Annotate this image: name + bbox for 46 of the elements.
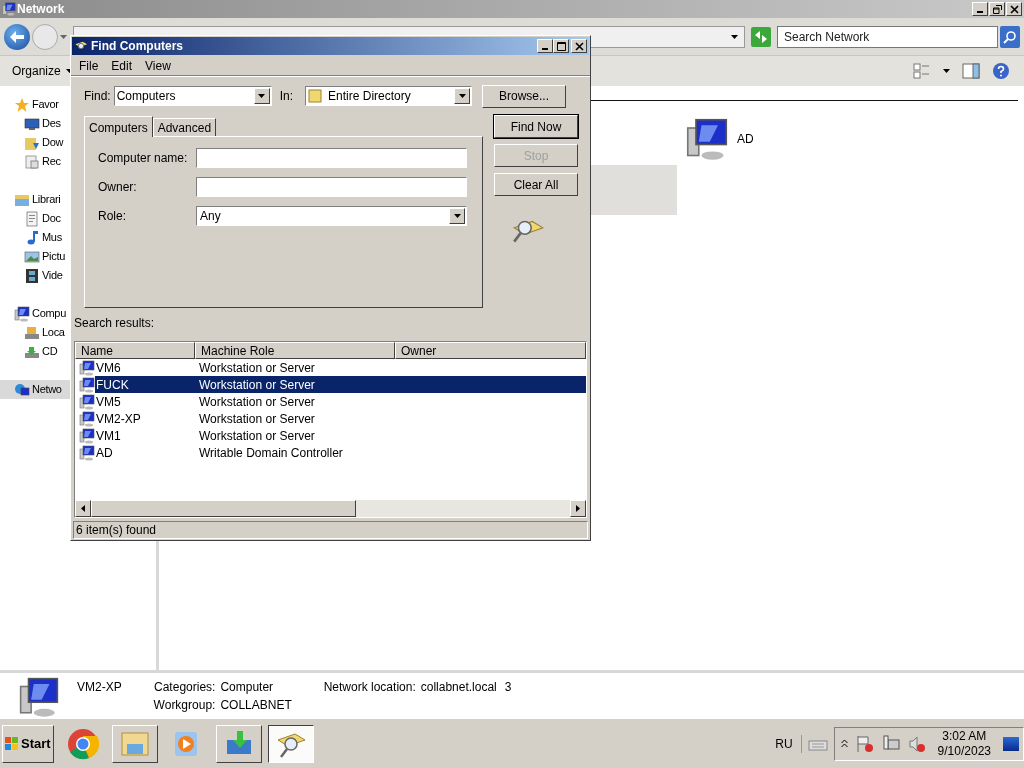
role-cell-text: Workstation or Server [199, 376, 315, 394]
dialog-title: Find Computers [91, 38, 183, 55]
role-cell-text: Workstation or Server [199, 393, 315, 411]
role-cell-text: Workstation or Server [199, 359, 315, 377]
sidebar-label: Vide [42, 268, 63, 284]
sidebar-label: Des [42, 116, 61, 132]
field-label: Owner: [98, 179, 138, 196]
status-text: 6 item(s) found [76, 522, 157, 539]
sidebar-label: Pictu [42, 249, 65, 265]
find-label: Find: [84, 88, 111, 105]
search-placeholder: Search Network [784, 28, 870, 46]
role-cell-text: Workstation or Server [199, 410, 315, 428]
field-label: Computer name: [98, 150, 189, 167]
name-cell-text: VM6 [95, 359, 122, 377]
item-label: AD [737, 131, 754, 148]
details-label: Categories: [153, 680, 216, 695]
name-cell-text: VM1 [95, 427, 122, 445]
sidebar-label: Dow [42, 135, 64, 151]
sidebar-label: Netwo [32, 382, 62, 398]
name-cell-text: VM2-XP [95, 410, 142, 428]
name-cell-text: AD [95, 444, 114, 462]
details-count: 3 [504, 680, 512, 695]
details-value: COLLABNET [220, 698, 293, 713]
role-cell-text: Writable Domain Controller [199, 444, 343, 462]
details-value: collabnet.local [420, 680, 497, 695]
sidebar-label: Doc [42, 211, 61, 227]
sidebar-label: Compu [32, 306, 66, 322]
details-value: Computer [220, 680, 275, 695]
window-title: Network [17, 1, 65, 18]
sidebar-label: CD [42, 344, 58, 360]
sidebar-label: Librari [32, 192, 61, 208]
in-label: In: [279, 88, 294, 105]
details-label: Workgroup: [152, 698, 216, 713]
sidebar-label: Favor [32, 97, 59, 113]
clock-date: 9/10/2023 [937, 743, 991, 759]
sidebar-label: Rec [42, 154, 61, 170]
details-name: VM2-XP [77, 680, 122, 695]
sidebar-label: Mus [42, 230, 62, 246]
name-cell-text: VM5 [95, 393, 122, 411]
results-label: Search results: [74, 315, 156, 332]
field-label: Role: [98, 208, 127, 225]
clock-time: 3:02 AM [942, 728, 987, 744]
details-label: Network location: [323, 680, 416, 695]
sidebar-label: Loca [42, 325, 65, 341]
role-cell-text: Workstation or Server [199, 427, 315, 445]
name-cell-text: FUCK [95, 376, 130, 394]
